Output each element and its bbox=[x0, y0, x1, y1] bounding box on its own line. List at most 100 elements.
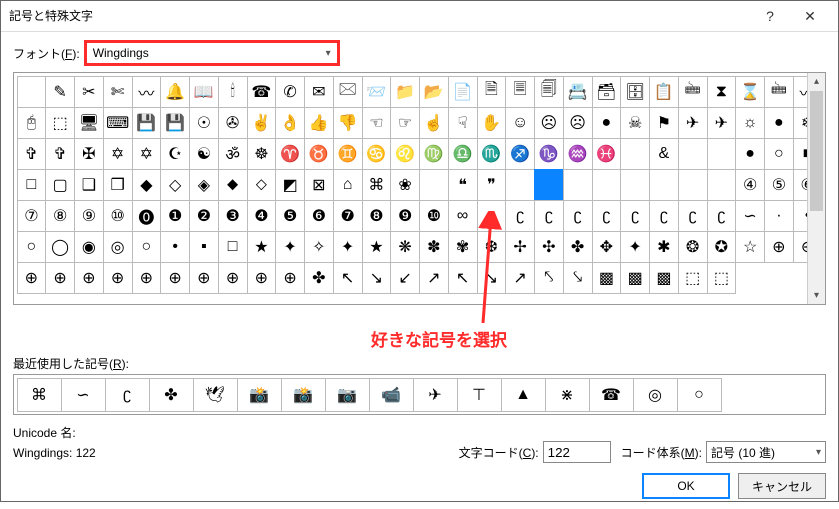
symbol-cell[interactable] bbox=[649, 169, 679, 201]
symbol-cell[interactable]: ♓ bbox=[592, 138, 622, 170]
symbol-cell[interactable]: 📁 bbox=[390, 76, 420, 108]
symbol-cell[interactable]: ❷ bbox=[189, 200, 219, 232]
symbol-cell[interactable]: ⑤ bbox=[764, 169, 794, 201]
symbol-cell[interactable]: ⊕ bbox=[45, 262, 75, 294]
symbol-cell[interactable]: 👌 bbox=[275, 107, 305, 139]
symbol-cell[interactable] bbox=[707, 138, 737, 170]
symbol-cell[interactable]: ♊ bbox=[333, 138, 363, 170]
recent-symbol-cell[interactable]: ʗ bbox=[105, 378, 150, 412]
symbol-cell[interactable]: ▢ bbox=[45, 169, 75, 201]
symbol-cell[interactable]: ☹ bbox=[534, 107, 564, 139]
symbol-cell[interactable]: 🖮 bbox=[764, 76, 794, 108]
scroll-up-button[interactable]: ▴ bbox=[808, 73, 825, 90]
symbol-cell[interactable]: ☹ bbox=[563, 107, 593, 139]
symbol-cell[interactable]: ● bbox=[764, 107, 794, 139]
symbol-cell[interactable]: ❺ bbox=[275, 200, 305, 232]
symbol-cell[interactable]: ✠ bbox=[74, 138, 104, 170]
symbol-cell[interactable]: ʗ bbox=[505, 200, 535, 232]
symbol-cell[interactable]: ♉ bbox=[304, 138, 334, 170]
symbol-cell[interactable]: □ bbox=[17, 169, 47, 201]
symbol-cell[interactable]: • bbox=[160, 231, 190, 263]
symbol-cell[interactable]: ʗ bbox=[534, 200, 564, 232]
symbol-cell[interactable]: ☜ bbox=[362, 107, 392, 139]
symbol-cell[interactable]: ❸ bbox=[218, 200, 248, 232]
symbol-cell[interactable]: ★ bbox=[362, 231, 392, 263]
recent-symbol-cell[interactable]: ⌘ bbox=[17, 378, 62, 412]
symbol-cell[interactable]: ☆ bbox=[735, 231, 765, 263]
symbol-cell[interactable]: ♏ bbox=[477, 138, 507, 170]
symbol-cell[interactable]: 🗏 bbox=[505, 76, 535, 108]
symbol-grid[interactable]: ✎✂✄〰🔔📖🕯☎✆✉🖂📨📁📂📄🗎🗏🗐📇🗃🗄📋🖮⧗⌛🖮〰🖰⬚🖥⌨💾💾☉✇✌👌👍👎☜… bbox=[17, 76, 822, 293]
symbol-cell[interactable] bbox=[678, 169, 708, 201]
symbol-cell[interactable]: ☎ bbox=[247, 76, 277, 108]
symbol-cell[interactable]: ✞ bbox=[45, 138, 75, 170]
symbol-cell[interactable]: ▩ bbox=[620, 262, 650, 294]
symbol-cell[interactable]: ⊕ bbox=[17, 262, 47, 294]
symbol-cell[interactable]: ⤣ bbox=[534, 262, 564, 294]
symbol-cell[interactable]: ⬦ bbox=[247, 169, 277, 201]
symbol-cell[interactable]: ❒ bbox=[103, 169, 133, 201]
symbol-cell[interactable]: ✄ bbox=[103, 76, 133, 108]
symbol-cell[interactable] bbox=[592, 169, 622, 201]
symbol-cell[interactable] bbox=[620, 138, 650, 170]
symbol-cell[interactable]: ⑧ bbox=[45, 200, 75, 232]
symbol-cell[interactable]: ✱ bbox=[649, 231, 679, 263]
symbol-cell[interactable]: 🗐 bbox=[534, 76, 564, 108]
recent-symbol-cell[interactable]: ✈ bbox=[413, 378, 458, 412]
symbol-cell[interactable]: ↗ bbox=[419, 262, 449, 294]
symbol-cell[interactable]: ✞ bbox=[17, 138, 47, 170]
symbol-cell[interactable] bbox=[17, 76, 47, 108]
symbol-cell[interactable]: ⧗ bbox=[707, 76, 737, 108]
symbol-cell[interactable]: ↖ bbox=[333, 262, 363, 294]
symbol-cell[interactable]: ▩ bbox=[592, 262, 622, 294]
symbol-cell[interactable]: □ bbox=[218, 231, 248, 263]
symbol-cell[interactable]: ✈ bbox=[707, 107, 737, 139]
symbol-cell[interactable]: ↙ bbox=[390, 262, 420, 294]
symbol-cell[interactable]: ⬥ bbox=[218, 169, 248, 201]
symbol-cell[interactable]: ⑩ bbox=[103, 200, 133, 232]
symbol-cell[interactable]: ⌂ bbox=[333, 169, 363, 201]
symbol-cell[interactable] bbox=[419, 169, 449, 201]
symbol-cell[interactable]: 🗃 bbox=[592, 76, 622, 108]
recent-symbol-cell[interactable]: 🕊 bbox=[193, 378, 238, 412]
symbol-cell[interactable]: ❆ bbox=[477, 231, 507, 263]
symbol-cell[interactable]: ○ bbox=[17, 231, 47, 263]
symbol-cell[interactable]: 📨 bbox=[362, 76, 392, 108]
symbol-cell[interactable]: ☼ bbox=[735, 107, 765, 139]
symbol-cell[interactable]: ◯ bbox=[45, 231, 75, 263]
symbol-cell[interactable]: ☠ bbox=[620, 107, 650, 139]
symbol-cell[interactable]: ∞ bbox=[448, 200, 478, 232]
symbol-cell[interactable]: 🗄 bbox=[620, 76, 650, 108]
symbol-cell[interactable]: ✎ bbox=[45, 76, 75, 108]
symbol-cell[interactable]: 📖 bbox=[189, 76, 219, 108]
symbol-cell[interactable]: ✾ bbox=[448, 231, 478, 263]
symbol-cell[interactable]: ☉ bbox=[189, 107, 219, 139]
symbol-cell[interactable]: ◆ bbox=[132, 169, 162, 201]
symbol-cell[interactable]: ✆ bbox=[275, 76, 305, 108]
symbol-cell[interactable]: ● bbox=[735, 138, 765, 170]
symbol-cell[interactable]: ❾ bbox=[390, 200, 420, 232]
symbol-cell[interactable] bbox=[534, 169, 564, 201]
symbol-cell[interactable]: ♒ bbox=[563, 138, 593, 170]
symbol-cell[interactable]: ♑ bbox=[534, 138, 564, 170]
symbol-cell[interactable]: ❻ bbox=[304, 200, 334, 232]
symbol-cell[interactable]: ○ bbox=[132, 231, 162, 263]
symbol-cell[interactable]: ☝ bbox=[419, 107, 449, 139]
symbol-cell[interactable]: ↖ bbox=[448, 262, 478, 294]
symbol-cell[interactable]: 🖮 bbox=[678, 76, 708, 108]
symbol-cell[interactable]: ✽ bbox=[419, 231, 449, 263]
symbol-cell[interactable]: ✪ bbox=[707, 231, 737, 263]
symbol-cell[interactable]: ◩ bbox=[275, 169, 305, 201]
symbol-cell[interactable]: ④ bbox=[735, 169, 765, 201]
symbol-cell[interactable]: ❀ bbox=[390, 169, 420, 201]
symbol-cell[interactable]: ⊕ bbox=[74, 262, 104, 294]
symbol-cell[interactable]: ʗ bbox=[592, 200, 622, 232]
symbol-cell[interactable]: ★ bbox=[247, 231, 277, 263]
symbol-cell[interactable]: ✣ bbox=[534, 231, 564, 263]
recent-symbol-cell[interactable]: ☎ bbox=[589, 378, 634, 412]
symbol-cell[interactable]: ⊕ bbox=[132, 262, 162, 294]
recent-symbol-cell[interactable]: ∽ bbox=[61, 378, 106, 412]
symbol-cell[interactable]: 📄 bbox=[448, 76, 478, 108]
symbol-cell[interactable]: 🗎 bbox=[477, 76, 507, 108]
symbol-cell[interactable]: ♋ bbox=[362, 138, 392, 170]
